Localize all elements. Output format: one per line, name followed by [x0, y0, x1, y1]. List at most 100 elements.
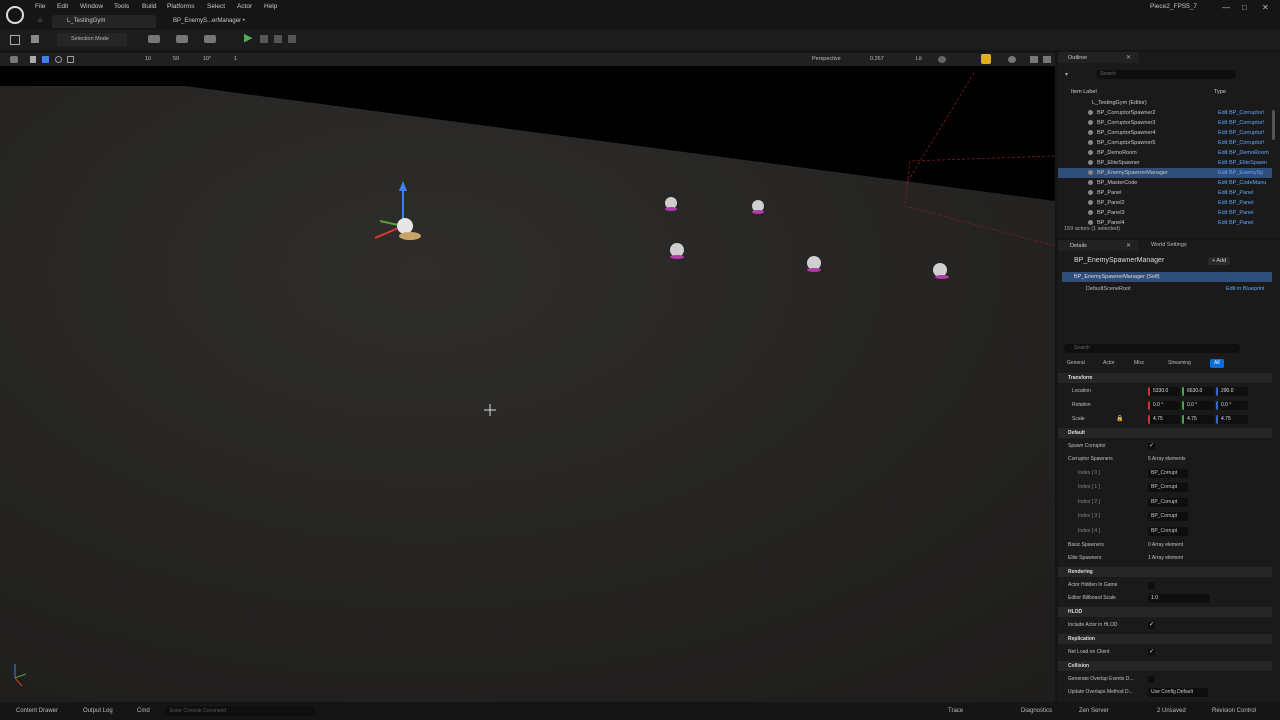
- menu-help[interactable]: Help: [264, 3, 277, 10]
- outliner-row[interactable]: BP_CorruptorSpawner3 Edit BP_Corruptor!: [1058, 118, 1272, 128]
- add-component-button[interactable]: + Add: [1208, 257, 1231, 265]
- stop-icon[interactable]: [274, 35, 282, 43]
- outliner-root-level[interactable]: L_TestingGym (Editor): [1092, 100, 1147, 106]
- console-input[interactable]: Enter Console Command: [165, 706, 315, 716]
- location-z[interactable]: 290.0: [1216, 387, 1248, 396]
- outliner-row[interactable]: BP_CorruptorSpawner2 Edit BP_Corruptor!: [1058, 108, 1272, 118]
- section-rendering[interactable]: Rendering: [1058, 567, 1272, 577]
- blueprint-tab[interactable]: BP_EnemyS...erManager •: [173, 18, 245, 24]
- outliner-row-type[interactable]: Edit BP_Corruptor!: [1218, 120, 1264, 126]
- settings-icon[interactable]: [1008, 56, 1016, 63]
- billboard-scale-input[interactable]: 1.0: [1148, 594, 1210, 603]
- filter-misc[interactable]: Misc: [1130, 359, 1148, 368]
- close-window-button[interactable]: ✕: [1262, 3, 1269, 12]
- menu-tools[interactable]: Tools: [114, 3, 129, 10]
- spawner-actor[interactable]: [665, 197, 677, 211]
- save-icon[interactable]: [10, 35, 20, 45]
- pause-icon[interactable]: [260, 35, 268, 43]
- cmd-dropdown[interactable]: Cmd: [137, 708, 150, 714]
- maximize-viewport-icon[interactable]: [1043, 56, 1051, 63]
- viewport-options-icon[interactable]: [10, 56, 18, 63]
- menu-window[interactable]: Window: [80, 3, 103, 10]
- rotate-tool-icon[interactable]: [55, 56, 62, 63]
- index-asset-dropdown[interactable]: BP_Corrupt: [1148, 497, 1188, 507]
- outliner-row-type[interactable]: Edit BP_CodeManu: [1218, 180, 1266, 186]
- camera-speed-value[interactable]: 1: [234, 56, 237, 62]
- outliner-row[interactable]: BP_EnemySpawnerManager Edit BP_EnemySp: [1058, 168, 1272, 178]
- mode-dropdown[interactable]: Selection Mode: [57, 33, 127, 46]
- outliner-row[interactable]: BP_Panel Edit BP_Panel: [1058, 188, 1272, 198]
- menu-select[interactable]: Select: [207, 3, 225, 10]
- details-close-icon[interactable]: ✕: [1126, 242, 1131, 249]
- rotation-x[interactable]: 0.0 °: [1148, 401, 1180, 410]
- default-scene-root[interactable]: DefaultSceneRoot: [1086, 286, 1131, 292]
- gen-overlap-checkbox[interactable]: [1148, 676, 1155, 683]
- scale-x[interactable]: 4.75: [1148, 415, 1180, 424]
- eject-icon[interactable]: [288, 35, 296, 43]
- outliner-col-type[interactable]: Type: [1214, 89, 1226, 95]
- unreal-logo-icon[interactable]: [6, 6, 24, 24]
- spawner-actor[interactable]: [670, 243, 684, 259]
- world-settings-tab[interactable]: World Settings: [1151, 242, 1187, 248]
- maximize-button[interactable]: □: [1242, 3, 1247, 12]
- add-actor-icon[interactable]: [148, 35, 160, 43]
- outliner-row[interactable]: BP_DemoRoom Edit BP_DemoRoom: [1058, 148, 1272, 158]
- filter-general[interactable]: General: [1063, 359, 1089, 368]
- camera-speed-dropdown[interactable]: 0.267: [870, 56, 884, 62]
- filter-streaming[interactable]: Streaming: [1164, 359, 1195, 368]
- section-collision[interactable]: Collision: [1058, 661, 1272, 671]
- outliner-row-type[interactable]: Edit BP_DemoRoom: [1218, 150, 1269, 156]
- move-tool-icon[interactable]: [42, 56, 49, 63]
- outliner-row[interactable]: BP_EliteSpawner Edit BP_EliteSpawn: [1058, 158, 1272, 168]
- trace-button[interactable]: Trace: [948, 708, 963, 714]
- section-transform[interactable]: Transform: [1058, 373, 1272, 383]
- outliner-row[interactable]: BP_Panel2 Edit BP_Panel: [1058, 198, 1272, 208]
- outliner-row-type[interactable]: Edit BP_Corruptor!: [1218, 110, 1264, 116]
- home-icon[interactable]: ⌂: [38, 17, 42, 24]
- layout-icon[interactable]: [1030, 56, 1038, 63]
- outliner-row-type[interactable]: Edit BP_EliteSpawn: [1218, 160, 1267, 166]
- level-viewport[interactable]: [0, 66, 1055, 702]
- component-self-row[interactable]: BP_EnemySpawnerManager (Self): [1062, 272, 1272, 282]
- rotation-y[interactable]: 0.0 °: [1182, 401, 1214, 410]
- lock-icon[interactable]: 🔒: [1116, 415, 1123, 422]
- blueprint-icon[interactable]: [176, 35, 188, 43]
- content-drawer-button[interactable]: Content Drawer: [16, 708, 58, 714]
- filter-all[interactable]: All: [1210, 359, 1224, 368]
- menu-actor[interactable]: Actor: [237, 3, 252, 10]
- hidden-in-game-checkbox[interactable]: [1148, 582, 1155, 589]
- section-hlod[interactable]: HLOD: [1058, 607, 1272, 617]
- zen-server-button[interactable]: Zen Server: [1079, 708, 1109, 714]
- index-asset-dropdown[interactable]: BP_Corrupt: [1148, 512, 1188, 522]
- show-icon[interactable]: [938, 56, 946, 63]
- level-tab[interactable]: L_TestingGym: [52, 15, 156, 28]
- index-asset-dropdown[interactable]: BP_Corrupt: [1148, 469, 1188, 478]
- unsaved-button[interactable]: 2 Unsaved: [1157, 708, 1186, 714]
- fov-value[interactable]: 50: [173, 56, 179, 62]
- outliner-row-type[interactable]: Edit BP_Panel: [1218, 190, 1253, 196]
- cinematics-icon[interactable]: [204, 35, 216, 43]
- outliner-row[interactable]: BP_Panel3 Edit BP_Panel: [1058, 208, 1272, 218]
- outliner-row[interactable]: BP_MasterCode Edit BP_CodeManu: [1058, 178, 1272, 188]
- revision-control-button[interactable]: Revision Control: [1212, 708, 1256, 714]
- edit-in-blueprint-link[interactable]: Edit in Blueprint: [1226, 286, 1265, 292]
- select-tool-icon[interactable]: [30, 56, 36, 63]
- menu-edit[interactable]: Edit: [57, 3, 68, 10]
- outliner-row-type[interactable]: Edit BP_Panel: [1218, 220, 1253, 226]
- include-hlod-checkbox[interactable]: ✓: [1148, 622, 1155, 629]
- filter-actor[interactable]: Actor: [1099, 359, 1119, 368]
- outliner-search-input[interactable]: Search: [1096, 70, 1236, 79]
- perspective-dropdown[interactable]: Perspective: [812, 56, 841, 62]
- minimize-button[interactable]: —: [1222, 3, 1230, 12]
- section-replication[interactable]: Replication: [1058, 634, 1272, 644]
- rotation-z[interactable]: 0.0 °: [1216, 401, 1248, 410]
- location-x[interactable]: 5330.0: [1148, 387, 1180, 396]
- outliner-scrollbar[interactable]: [1272, 110, 1275, 140]
- spawner-actor[interactable]: [752, 200, 764, 214]
- outliner-col-label[interactable]: Item Label: [1071, 89, 1097, 95]
- menu-file[interactable]: File: [35, 3, 45, 10]
- outliner-row-type[interactable]: Edit BP_Panel: [1218, 210, 1253, 216]
- outliner-close-icon[interactable]: ✕: [1126, 54, 1131, 61]
- lit-dropdown[interactable]: Lit: [916, 56, 922, 62]
- section-default[interactable]: Default: [1058, 428, 1272, 438]
